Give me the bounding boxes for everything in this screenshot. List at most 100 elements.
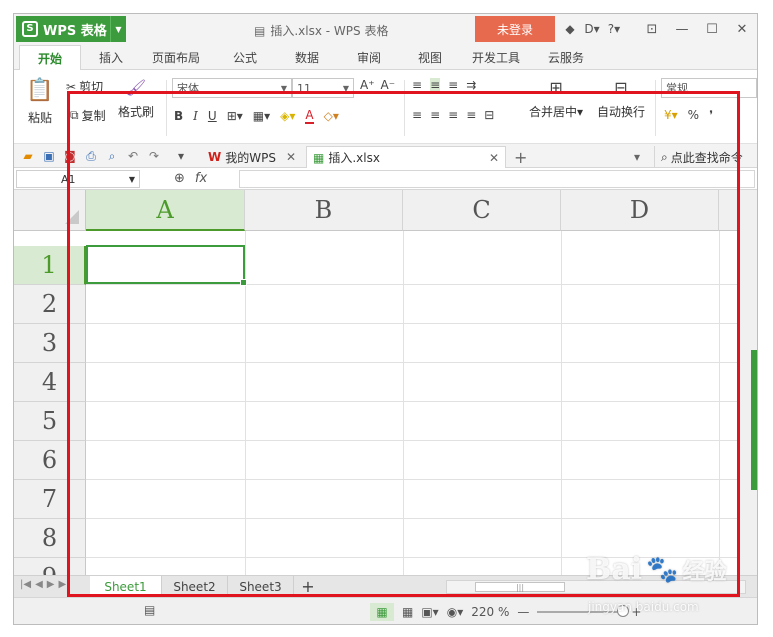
customize-toolbar-icon[interactable]: ▾	[171, 147, 191, 165]
format-painter-button[interactable]: 🖌 格式刷	[118, 78, 154, 120]
clear-format-icon[interactable]: ◇▾	[324, 109, 339, 123]
percent-button[interactable]: %	[688, 108, 699, 122]
row-header[interactable]: 9	[14, 558, 86, 575]
export-pdf-icon[interactable]: ◙	[60, 147, 80, 165]
eye-protection-icon[interactable]: ◉▾	[447, 605, 464, 619]
doc-tab-home[interactable]: W 我的WPS ✕	[202, 146, 302, 168]
app-menu-button[interactable]: S WPS 表格 ▼	[16, 16, 126, 42]
copy-button[interactable]: ⧉ 复制	[70, 107, 106, 124]
close-icon[interactable]: ✕	[727, 14, 757, 44]
insert-function-button[interactable]: fx	[195, 171, 207, 186]
shrink-font-icon[interactable]: A⁻	[381, 78, 396, 92]
first-sheet-icon[interactable]: |◀	[20, 579, 31, 590]
add-sheet-button[interactable]: +	[294, 576, 322, 597]
prev-sheet-icon[interactable]: ◀	[35, 579, 43, 590]
indent-icon[interactable]: ⇉	[466, 78, 476, 92]
normal-view-icon[interactable]: ▦	[370, 603, 394, 621]
tab-cloud[interactable]: 云服务	[535, 45, 597, 70]
print-preview-icon[interactable]: ⌕	[102, 147, 122, 165]
redo-icon[interactable]: ↷	[144, 147, 164, 165]
font-size-select[interactable]: 11 ▼	[292, 78, 354, 98]
share-icon[interactable]: D▾	[581, 19, 603, 39]
tab-review[interactable]: 审阅	[335, 45, 403, 70]
formula-input[interactable]	[239, 170, 755, 188]
close-tab-icon[interactable]: ✕	[489, 151, 499, 165]
restore-window-icon[interactable]: ⊡	[637, 14, 667, 44]
align-center-icon[interactable]: ≡	[430, 108, 440, 122]
column-header[interactable]	[719, 190, 739, 231]
maximize-icon[interactable]: ☐	[697, 14, 727, 44]
scroll-thumb[interactable]: |||	[475, 582, 565, 592]
chevron-down-icon[interactable]: ▼	[110, 16, 126, 42]
active-cell[interactable]	[86, 245, 247, 286]
tab-formulas[interactable]: 公式	[211, 45, 279, 70]
vertical-scrollbar[interactable]	[739, 190, 757, 575]
sheet-tab[interactable]: Sheet3	[228, 576, 294, 597]
close-tab-icon[interactable]: ✕	[286, 150, 296, 164]
align-right-icon[interactable]: ≡	[448, 108, 458, 122]
column-header[interactable]: A	[86, 190, 245, 231]
column-header[interactable]: B	[245, 190, 403, 231]
undo-icon[interactable]: ↶	[123, 147, 143, 165]
next-sheet-icon[interactable]: ▶	[47, 579, 55, 590]
minimize-icon[interactable]: —	[667, 14, 697, 44]
border-style-icon[interactable]: ▦▾	[253, 109, 270, 123]
tab-page-layout[interactable]: 页面布局	[141, 45, 211, 70]
help-icon[interactable]: ?▾	[603, 19, 625, 39]
font-color-button[interactable]: A	[305, 108, 314, 124]
tab-developer[interactable]: 开发工具	[457, 45, 535, 70]
save-icon[interactable]: ▣	[39, 147, 59, 165]
login-button[interactable]: 未登录	[475, 16, 555, 42]
row-header[interactable]: 8	[14, 519, 86, 558]
align-middle-icon[interactable]: ≡	[430, 78, 441, 92]
grow-font-icon[interactable]: A⁺	[360, 78, 375, 92]
wrap-text-button[interactable]: ⊟ 自动换行	[597, 78, 645, 120]
tab-data[interactable]: 数据	[279, 45, 335, 70]
row-header[interactable]: 1	[14, 246, 86, 285]
tab-insert[interactable]: 插入	[81, 45, 141, 70]
zoom-formula-icon[interactable]: ⊕	[174, 171, 185, 186]
border-icon[interactable]: ⊞▾	[227, 109, 243, 123]
cut-button[interactable]: ✂ 剪切	[66, 78, 103, 95]
print-icon[interactable]: ⎙	[81, 147, 101, 165]
align-bottom-icon[interactable]: ≡	[448, 78, 458, 92]
row-header[interactable]: 3	[14, 324, 86, 363]
tab-home[interactable]: 开始	[19, 45, 81, 70]
command-search[interactable]: ⌕ 点此查找命令	[654, 146, 757, 168]
paste-button[interactable]: 📋 粘贴	[20, 78, 60, 126]
select-all-corner[interactable]	[14, 190, 86, 231]
new-tab-button[interactable]: +	[508, 146, 532, 168]
doc-tab-current[interactable]: ▦ 插入.xlsx ✕	[306, 146, 506, 168]
tab-view[interactable]: 视图	[403, 45, 457, 70]
align-top-icon[interactable]: ≡	[412, 78, 422, 92]
fill-color-icon[interactable]: ◈▾	[280, 109, 295, 123]
underline-button[interactable]: U	[208, 109, 217, 123]
row-header[interactable]: 5	[14, 402, 86, 441]
column-header[interactable]: C	[403, 190, 561, 231]
zoom-out-icon[interactable]: —	[517, 605, 529, 619]
italic-button[interactable]: I	[193, 109, 198, 123]
page-layout-view-icon[interactable]: ▣▾	[421, 605, 438, 619]
comma-icon[interactable]: ❜	[709, 108, 713, 122]
font-name-select[interactable]: 宋体 ▼	[172, 78, 292, 98]
justify-icon[interactable]: ≡	[466, 108, 476, 122]
skin-icon[interactable]: ◆	[559, 19, 581, 39]
name-box[interactable]: A1 ▼	[16, 170, 140, 188]
align-left-icon[interactable]: ≡	[412, 108, 422, 122]
document-status-icon[interactable]: ▤	[144, 603, 155, 617]
row-header[interactable]: 2	[14, 285, 86, 324]
row-header[interactable]: 6	[14, 441, 86, 480]
currency-icon[interactable]: ¥▾	[664, 108, 678, 122]
sheet-tab[interactable]: Sheet1	[90, 576, 162, 597]
distribute-icon[interactable]: ⊟	[484, 108, 494, 122]
open-folder-icon[interactable]: ▰	[18, 147, 38, 165]
bold-button[interactable]: B	[174, 109, 183, 123]
merge-center-button[interactable]: ⊞ 合并居中▾	[529, 78, 583, 120]
column-header[interactable]: D	[561, 190, 719, 231]
last-sheet-icon[interactable]: ▶|	[58, 579, 69, 590]
zoom-level[interactable]: 220 %	[471, 605, 509, 619]
number-format-select[interactable]: 常规	[661, 78, 757, 98]
row-header[interactable]: 4	[14, 363, 86, 402]
tab-list-icon[interactable]: ▾	[628, 146, 648, 168]
page-break-view-icon[interactable]: ▦	[402, 605, 413, 619]
